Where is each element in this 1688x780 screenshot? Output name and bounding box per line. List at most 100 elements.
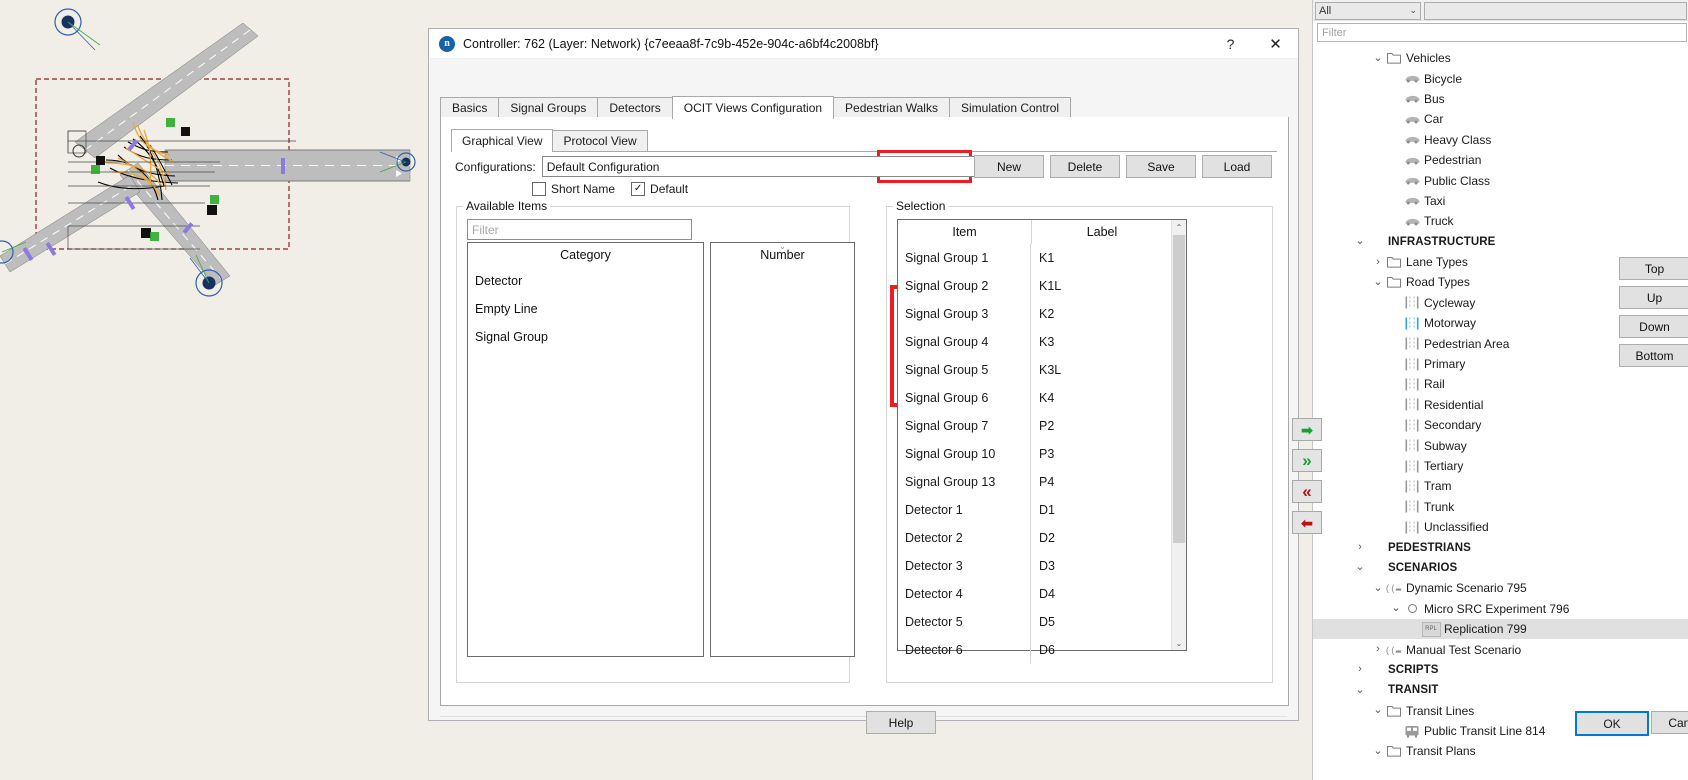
subtab-graphical-view[interactable]: Graphical View xyxy=(451,129,553,152)
tree-item-truck[interactable]: Truck xyxy=(1313,211,1688,231)
tree-item-tertiary[interactable]: Tertiary xyxy=(1313,456,1688,476)
order-buttons[interactable]: TopUpDownBottom xyxy=(1619,257,1688,367)
chevron-down-icon[interactable]: ⌄ xyxy=(1389,603,1403,614)
tree-item-public-class[interactable]: Public Class xyxy=(1313,170,1688,190)
tab-signal-groups[interactable]: Signal Groups xyxy=(498,97,598,118)
project-sidebar[interactable]: All ⌄ Filter ⌄Vehicles Bicycle Bus Car H… xyxy=(1312,0,1688,780)
sidebar-filter-input[interactable]: Filter xyxy=(1317,23,1687,42)
checkbox-box[interactable] xyxy=(532,182,546,196)
table-row[interactable]: Signal Group 3K2 xyxy=(898,300,1172,328)
chevron-down-icon[interactable]: ⌄ xyxy=(1371,583,1385,594)
tree-item-bicycle[interactable]: Bicycle xyxy=(1313,68,1688,88)
help-button[interactable]: Help xyxy=(866,711,936,734)
tree-item-car[interactable]: Car xyxy=(1313,109,1688,129)
tree-item-transit[interactable]: ⌄TRANSIT xyxy=(1313,680,1688,700)
number-listbox[interactable]: ⌄ Number xyxy=(710,242,855,657)
scroll-down-icon[interactable]: ⌄ xyxy=(1172,636,1186,650)
chevron-down-icon[interactable]: ⌄ xyxy=(1371,746,1385,757)
selection-header-item[interactable]: Item xyxy=(898,220,1032,244)
tree-item-dynamic-scenario-795[interactable]: ⌄((▬))Dynamic Scenario 795 xyxy=(1313,578,1688,598)
tree-item-pedestrians[interactable]: ›PEDESTRIANS xyxy=(1313,537,1688,557)
ok-button[interactable]: OK xyxy=(1575,711,1649,736)
checkbox-default[interactable]: ✓Default xyxy=(631,182,688,196)
tab-detectors[interactable]: Detectors xyxy=(597,97,672,118)
chevron-right-icon[interactable]: › xyxy=(1371,257,1385,268)
config-save-button[interactable]: Save xyxy=(1126,155,1196,178)
move-all-right-button[interactable]: » xyxy=(1292,449,1322,472)
tab-ocit-views-configuration[interactable]: OCIT Views Configuration xyxy=(672,96,834,119)
category-item[interactable]: Detector xyxy=(468,267,703,295)
table-row[interactable]: Signal Group 4K3 xyxy=(898,328,1172,356)
tree-item-vehicles[interactable]: ⌄Vehicles xyxy=(1313,48,1688,68)
chevron-down-icon[interactable]: ⌄ xyxy=(1371,705,1385,716)
tab-basics[interactable]: Basics xyxy=(440,97,499,118)
chevron-down-icon[interactable]: ⌄ xyxy=(1353,562,1367,573)
move-left-button[interactable]: ⬅ xyxy=(1292,511,1322,534)
configurations-select[interactable]: Default Configuration ⌄ xyxy=(542,156,992,177)
table-row[interactable]: Signal Group 10P3 xyxy=(898,440,1172,468)
project-tree[interactable]: ⌄Vehicles Bicycle Bus Car Heavy Class Pe… xyxy=(1313,48,1688,762)
table-row[interactable]: Detector 2D2 xyxy=(898,524,1172,552)
chevron-down-icon[interactable]: ⌄ xyxy=(1353,685,1367,696)
table-row[interactable]: Signal Group 2K1L xyxy=(898,272,1172,300)
move-right-button[interactable]: ➡ xyxy=(1292,418,1322,441)
checkbox-short-name[interactable]: Short Name xyxy=(532,182,615,196)
dialog-titlebar[interactable]: n Controller: 762 (Layer: Network) {c7ee… xyxy=(429,29,1298,59)
close-icon[interactable]: ✕ xyxy=(1253,29,1298,58)
main-tabstrip[interactable]: BasicsSignal GroupsDetectorsOCIT Views C… xyxy=(440,97,1287,119)
tree-item-trunk[interactable]: Trunk xyxy=(1313,497,1688,517)
table-row[interactable]: Signal Group 5K3L xyxy=(898,356,1172,384)
tree-item-infrastructure[interactable]: ⌄INFRASTRUCTURE xyxy=(1313,232,1688,252)
table-row[interactable]: Detector 6D6 xyxy=(898,636,1172,664)
transfer-buttons[interactable]: ➡ » « ⬅ xyxy=(1292,418,1322,534)
subtab-protocol-view[interactable]: Protocol View xyxy=(552,130,647,151)
tab-simulation-control[interactable]: Simulation Control xyxy=(949,97,1071,118)
config-load-button[interactable]: Load xyxy=(1202,155,1272,178)
sidebar-scope-combo[interactable]: All ⌄ xyxy=(1315,2,1421,20)
checkbox-box[interactable]: ✓ xyxy=(631,182,645,196)
tree-item-scripts[interactable]: ›SCRIPTS xyxy=(1313,660,1688,680)
scroll-up-icon[interactable]: ⌃ xyxy=(1172,220,1186,234)
cancel-button[interactable]: Cancel xyxy=(1651,711,1688,734)
tree-item-secondary[interactable]: Secondary xyxy=(1313,415,1688,435)
chevron-down-icon[interactable]: ⌄ xyxy=(1371,277,1385,288)
selection-rows[interactable]: Signal Group 1K1Signal Group 2K1LSignal … xyxy=(898,244,1172,664)
dialog-help-button[interactable]: ? xyxy=(1208,29,1253,58)
top-button[interactable]: Top xyxy=(1619,257,1688,280)
tree-item-residential[interactable]: Residential xyxy=(1313,395,1688,415)
table-row[interactable]: Signal Group 13P4 xyxy=(898,468,1172,496)
tree-item-rail[interactable]: Rail xyxy=(1313,374,1688,394)
scrollbar-thumb[interactable] xyxy=(1173,235,1185,543)
table-row[interactable]: Signal Group 7P2 xyxy=(898,412,1172,440)
table-row[interactable]: Detector 5D5 xyxy=(898,608,1172,636)
category-list[interactable]: DetectorEmpty LineSignal Group xyxy=(468,267,703,351)
table-row[interactable]: Signal Group 6K4 xyxy=(898,384,1172,412)
available-filter-input[interactable]: Filter xyxy=(467,219,692,240)
down-button[interactable]: Down xyxy=(1619,315,1688,338)
tree-item-micro-src-experiment-796[interactable]: ⌄Micro SRC Experiment 796 xyxy=(1313,599,1688,619)
tree-item-taxi[interactable]: Taxi xyxy=(1313,191,1688,211)
move-all-left-button[interactable]: « xyxy=(1292,480,1322,503)
up-button[interactable]: Up xyxy=(1619,286,1688,309)
selection-scrollbar[interactable]: ⌃ ⌄ xyxy=(1171,220,1186,650)
tree-item-scenarios[interactable]: ⌄SCENARIOS xyxy=(1313,558,1688,578)
tree-item-transit-plans[interactable]: ⌄Transit Plans xyxy=(1313,741,1688,761)
chevron-down-icon[interactable]: ⌄ xyxy=(1371,53,1385,64)
tree-item-replication-799[interactable]: RPLReplication 799 xyxy=(1313,619,1688,639)
chevron-right-icon[interactable]: › xyxy=(1353,664,1367,675)
table-row[interactable]: Detector 1D1 xyxy=(898,496,1172,524)
selection-header-label[interactable]: Label xyxy=(1032,220,1172,244)
chevron-right-icon[interactable]: › xyxy=(1371,644,1385,655)
table-row[interactable]: Signal Group 1K1 xyxy=(898,244,1172,272)
tree-item-unclassified[interactable]: Unclassified xyxy=(1313,517,1688,537)
config-new-button[interactable]: New xyxy=(974,155,1044,178)
sidebar-search-box[interactable] xyxy=(1424,2,1687,20)
table-row[interactable]: Detector 4D4 xyxy=(898,580,1172,608)
tab-pedestrian-walks[interactable]: Pedestrian Walks xyxy=(833,97,950,118)
selection-listbox[interactable]: Item Label Signal Group 1K1Signal Group … xyxy=(897,219,1187,651)
category-listbox[interactable]: Category DetectorEmpty LineSignal Group xyxy=(467,242,704,657)
view-tabstrip[interactable]: Graphical ViewProtocol View xyxy=(451,130,1277,152)
tree-item-manual-test-scenario[interactable]: ›((▬))Manual Test Scenario xyxy=(1313,639,1688,659)
tree-item-pedestrian[interactable]: Pedestrian xyxy=(1313,150,1688,170)
category-item[interactable]: Empty Line xyxy=(468,295,703,323)
